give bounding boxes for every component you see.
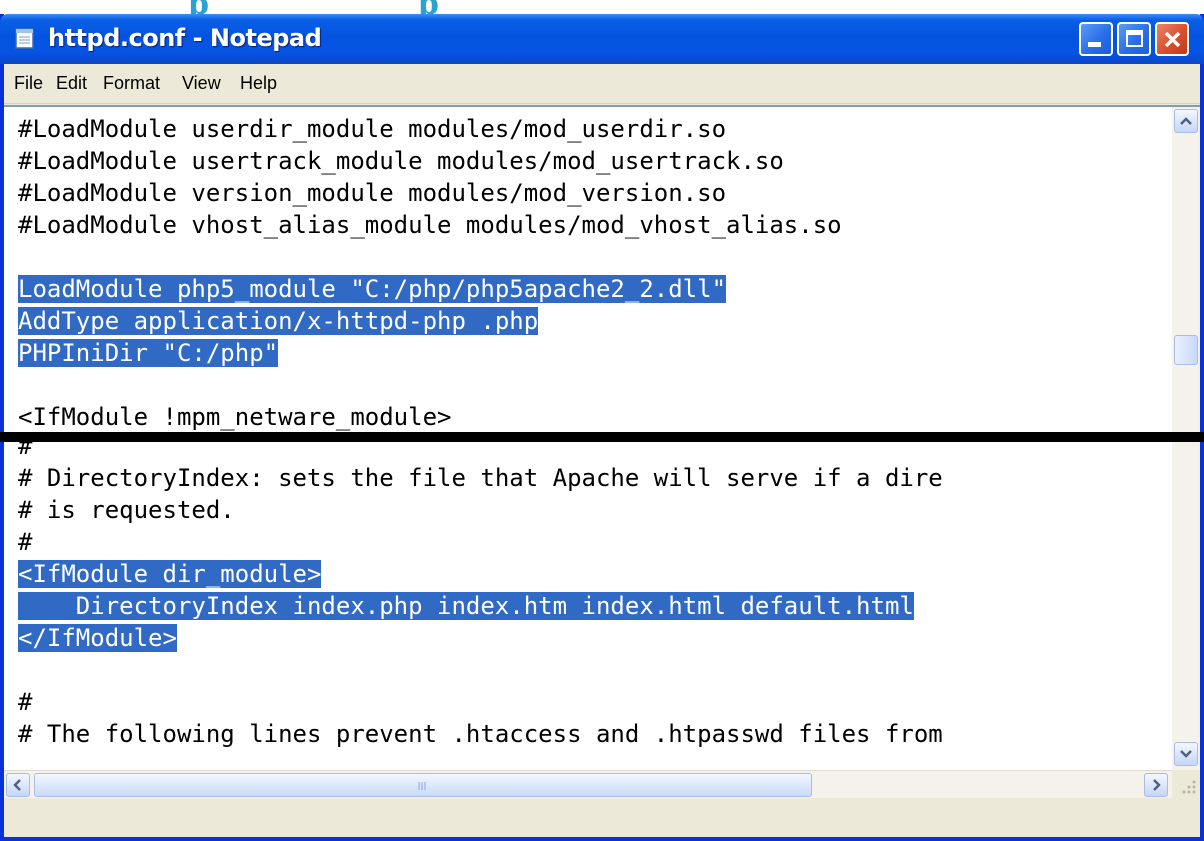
resize-grip[interactable] — [1172, 770, 1200, 798]
selected-text: AddType application/x-httpd-php .php — [18, 307, 539, 335]
window-title: httpd.conf - Notepad — [48, 24, 322, 52]
text-editor-area-bottom[interactable]: # # DirectoryIndex: sets the file that Ap… — [4, 442, 1200, 798]
menu-bar: File Edit Format View Help — [4, 64, 1200, 104]
selected-text: DirectoryIndex index.php index.htm index… — [18, 592, 914, 620]
menu-help[interactable]: Help — [240, 73, 277, 94]
close-button[interactable] — [1155, 22, 1189, 56]
minimize-icon — [1088, 42, 1101, 47]
text-line: <IfModule !mpm_netware_module> — [18, 403, 842, 435]
text-line: #LoadModule version_module modules/mod_v… — [18, 179, 842, 211]
line-text: # The following lines prevent .htaccess … — [18, 720, 943, 748]
text-line — [18, 656, 943, 688]
line-text: #LoadModule version_module modules/mod_v… — [18, 179, 727, 207]
minimize-button[interactable] — [1079, 22, 1113, 56]
line-text: # is requested. — [18, 496, 235, 524]
text-line — [18, 371, 842, 403]
text-line: <IfModule dir_module> — [18, 560, 943, 592]
text-line: # is requested. — [18, 496, 943, 528]
menu-format[interactable]: Format — [103, 73, 160, 94]
arrow-left-icon — [13, 779, 21, 791]
scroll-right-button[interactable] — [1144, 773, 1168, 797]
arrow-right-icon — [1153, 779, 1161, 791]
selected-text: PHPIniDir "C:/php" — [18, 339, 279, 367]
text-line: #LoadModule usertrack_module modules/mod… — [18, 147, 842, 179]
selected-text: </IfModule> — [18, 624, 177, 652]
vertical-scrollbar-lower[interactable] — [1172, 442, 1200, 798]
text-line: # — [18, 442, 943, 464]
close-icon — [1164, 31, 1181, 48]
line-text: # — [18, 688, 33, 716]
selected-text: LoadModule php5_module "C:/php/php5apach… — [18, 275, 727, 303]
notepad-icon — [15, 28, 34, 49]
line-text: # — [18, 442, 33, 460]
text-line: #LoadModule vhost_alias_module modules/m… — [18, 211, 842, 243]
line-text: #LoadModule userdir_module modules/mod_u… — [18, 115, 727, 143]
text-line: # DirectoryIndex: sets the file that Apa… — [18, 464, 943, 496]
menu-file[interactable]: File — [14, 73, 43, 94]
text-lines: # # DirectoryIndex: sets the file that Ap… — [18, 442, 943, 752]
scroll-left-button[interactable] — [6, 773, 30, 797]
maximize-icon — [1126, 30, 1143, 47]
horizontal-scrollbar-thumb[interactable] — [34, 773, 812, 797]
image-splice-divider — [0, 432, 1204, 442]
text-line: PHPIniDir "C:/php" — [18, 339, 842, 371]
arrow-down-icon — [1180, 750, 1192, 758]
horizontal-scrollbar[interactable] — [4, 770, 1172, 798]
grip-icon — [418, 782, 426, 790]
line-text: # — [18, 528, 33, 556]
title-bar[interactable]: httpd.conf - Notepad — [0, 14, 1204, 64]
scrollbar-thumb[interactable] — [1174, 335, 1198, 365]
line-text: #LoadModule usertrack_module modules/mod… — [18, 147, 784, 175]
background-heading-fragment: p p — [0, 0, 1204, 14]
arrow-up-icon — [1180, 117, 1192, 125]
menu-view[interactable]: View — [182, 73, 221, 94]
menu-edit[interactable]: Edit — [56, 73, 87, 94]
text-line: # — [18, 528, 943, 560]
vertical-scrollbar[interactable] — [1172, 107, 1200, 435]
text-line: LoadModule php5_module "C:/php/php5apach… — [18, 275, 842, 307]
scroll-down-button[interactable] — [1174, 742, 1198, 766]
selected-text: <IfModule dir_module> — [18, 560, 322, 588]
line-text: # DirectoryIndex: sets the file that Apa… — [18, 464, 943, 492]
resize-grip-icon — [1182, 780, 1196, 794]
line-text: #LoadModule vhost_alias_module modules/m… — [18, 211, 842, 239]
text-line — [18, 243, 842, 275]
scroll-up-button[interactable] — [1174, 109, 1198, 133]
text-line: </IfModule> — [18, 624, 943, 656]
text-line: DirectoryIndex index.php index.htm index… — [18, 592, 943, 624]
line-text: <IfModule !mpm_netware_module> — [18, 403, 452, 431]
text-line: AddType application/x-httpd-php .php — [18, 307, 842, 339]
text-line: # The following lines prevent .htaccess … — [18, 720, 943, 752]
text-lines: #LoadModule userdir_module modules/mod_u… — [18, 115, 842, 435]
maximize-button[interactable] — [1117, 22, 1151, 56]
text-line: # — [18, 688, 943, 720]
text-editor-area-top[interactable]: #LoadModule userdir_module modules/mod_u… — [4, 105, 1200, 435]
text-line: #LoadModule userdir_module modules/mod_u… — [18, 115, 842, 147]
